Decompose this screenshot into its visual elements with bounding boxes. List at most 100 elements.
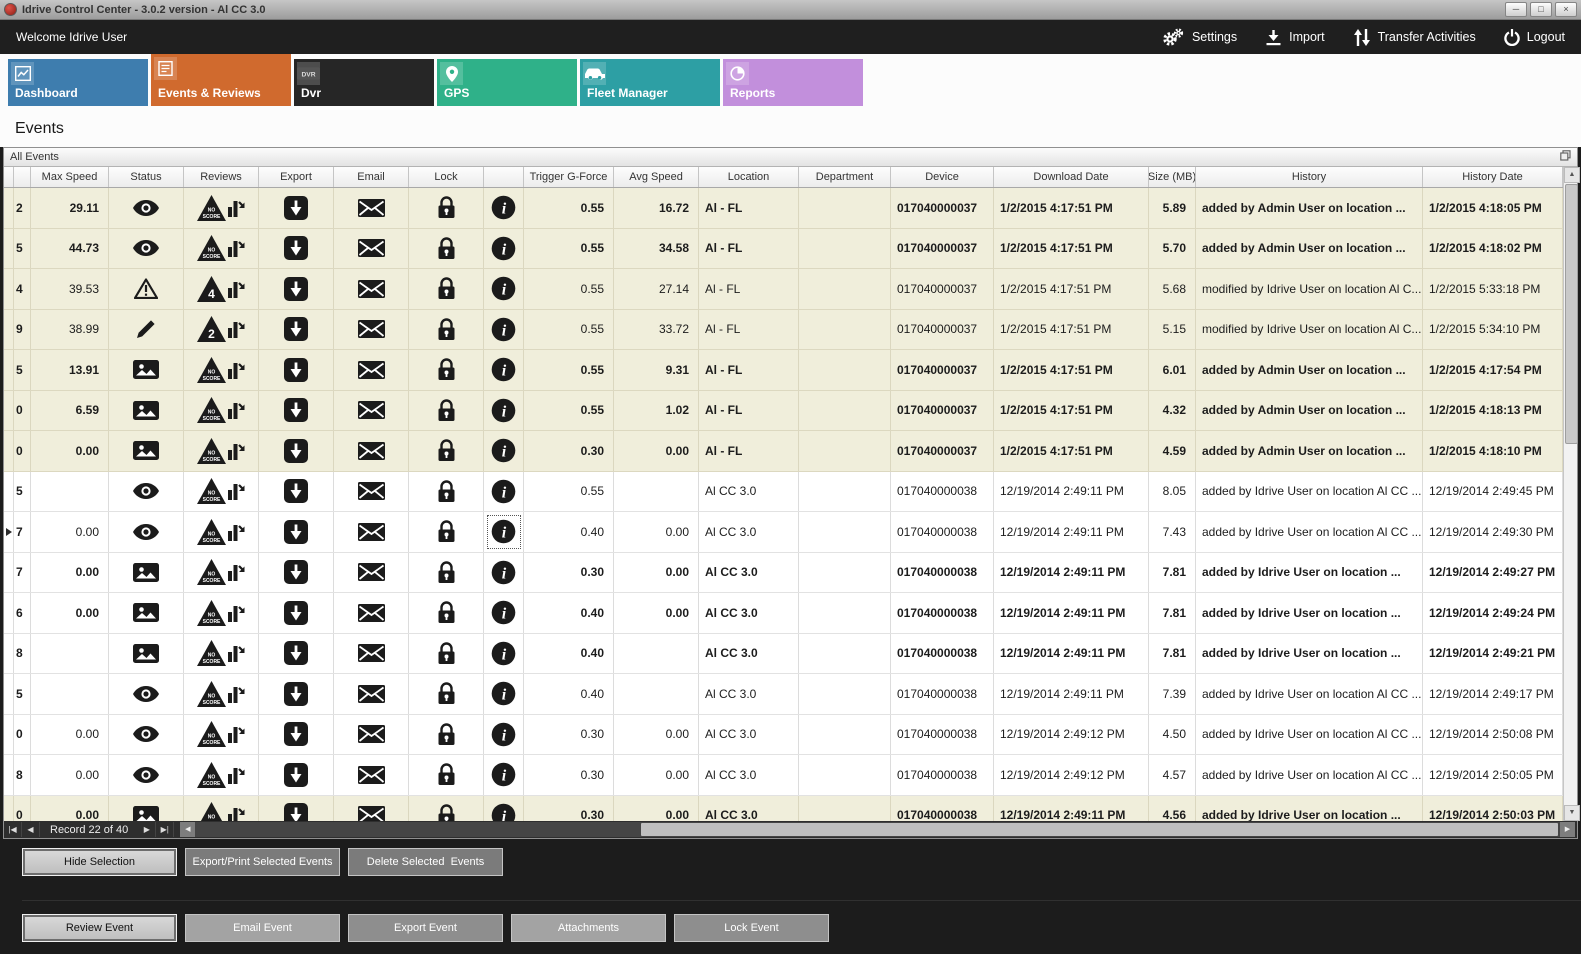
cell-export[interactable]: [259, 431, 334, 471]
export-icon[interactable]: [284, 641, 308, 665]
cell-email[interactable]: [334, 350, 409, 390]
export-icon[interactable]: [284, 439, 308, 463]
info-icon[interactable]: i: [491, 438, 516, 463]
cell-export[interactable]: [259, 553, 334, 593]
cell-lock[interactable]: [409, 229, 484, 269]
maximize-button[interactable]: □: [1530, 2, 1552, 17]
lock-icon[interactable]: [437, 804, 456, 821]
info-icon[interactable]: i: [491, 276, 516, 301]
scroll-right-arrow-icon[interactable]: ▶: [1560, 822, 1575, 837]
cell-export[interactable]: [259, 796, 334, 822]
vertical-scroll-thumb[interactable]: [1565, 184, 1578, 444]
email-icon[interactable]: [358, 280, 385, 298]
cell-email[interactable]: [334, 269, 409, 309]
tab-gps[interactable]: GPS: [437, 59, 577, 106]
cell-export[interactable]: [259, 310, 334, 350]
cell-info[interactable]: i: [484, 472, 524, 512]
cell-export[interactable]: [259, 512, 334, 552]
cell-email[interactable]: [334, 634, 409, 674]
email-icon[interactable]: [358, 401, 385, 419]
table-row[interactable]: 70.00NOSCOREi0.300.00Al CC 3.00170400000…: [4, 553, 1563, 594]
export-icon[interactable]: [284, 803, 308, 821]
email-icon[interactable]: [358, 644, 385, 662]
cell-email[interactable]: [334, 188, 409, 228]
col-header-size[interactable]: Size (MB): [1149, 167, 1196, 187]
lock-icon[interactable]: [437, 642, 456, 665]
panel-maximize-icon[interactable]: [1560, 150, 1571, 164]
lock-icon[interactable]: [437, 358, 456, 381]
cell-info[interactable]: i: [484, 674, 524, 714]
lock-event-button[interactable]: Lock Event: [674, 914, 829, 942]
lock-icon[interactable]: [437, 196, 456, 219]
export-print-selected-events-button[interactable]: Export/Print Selected Events: [185, 848, 340, 876]
lock-icon[interactable]: [437, 763, 456, 786]
cell-info[interactable]: i: [484, 553, 524, 593]
info-icon[interactable]: i: [491, 398, 516, 423]
close-button[interactable]: ×: [1555, 2, 1577, 17]
col-header-export[interactable]: Export: [259, 167, 334, 187]
last-record-button[interactable]: ▶|: [156, 822, 174, 837]
table-row[interactable]: 70.00NOSCOREi0.400.00Al CC 3.00170400000…: [4, 512, 1563, 553]
info-icon[interactable]: i: [491, 681, 516, 706]
cell-info[interactable]: i: [484, 188, 524, 228]
email-icon[interactable]: [358, 523, 385, 541]
horizontal-scroll-thumb[interactable]: [641, 823, 1558, 836]
review-event-button[interactable]: Review Event: [22, 914, 177, 942]
table-row[interactable]: 00.00NOSCOREi0.300.00Al CC 3.00170400000…: [4, 796, 1563, 822]
export-icon[interactable]: [284, 236, 308, 260]
cell-email[interactable]: [334, 310, 409, 350]
col-header-history-date[interactable]: History Date: [1423, 167, 1563, 187]
col-header-max-speed[interactable]: Max Speed: [31, 167, 109, 187]
import-menu-button[interactable]: Import: [1265, 29, 1324, 46]
table-row[interactable]: 00.00NOSCOREi0.300.00Al - FL017040000037…: [4, 431, 1563, 472]
lock-icon[interactable]: [437, 318, 456, 341]
table-row[interactable]: 00.00NOSCOREi0.300.00Al CC 3.00170400000…: [4, 715, 1563, 756]
export-icon[interactable]: [284, 317, 308, 341]
lock-icon[interactable]: [437, 682, 456, 705]
cell-lock[interactable]: [409, 553, 484, 593]
info-icon[interactable]: i: [491, 600, 516, 625]
cell-lock[interactable]: [409, 391, 484, 431]
cell-export[interactable]: [259, 391, 334, 431]
table-row[interactable]: 513.91NOSCOREi0.559.31Al - FL01704000003…: [4, 350, 1563, 391]
cell-export[interactable]: [259, 269, 334, 309]
col-header-download-date[interactable]: Download Date: [994, 167, 1149, 187]
cell-email[interactable]: [334, 553, 409, 593]
col-header-email[interactable]: Email: [334, 167, 409, 187]
prev-record-button[interactable]: ◀: [22, 822, 40, 837]
col-header-location[interactable]: Location: [699, 167, 799, 187]
email-icon[interactable]: [358, 482, 385, 500]
horizontal-scrollbar[interactable]: ◀ ▶: [180, 822, 1575, 837]
cell-lock[interactable]: [409, 796, 484, 822]
cell-email[interactable]: [334, 796, 409, 822]
cell-export[interactable]: [259, 634, 334, 674]
export-icon[interactable]: [284, 560, 308, 584]
table-row[interactable]: 5NOSCOREi0.40Al CC 3.001704000003812/19/…: [4, 674, 1563, 715]
cell-info[interactable]: i: [484, 593, 524, 633]
cell-lock[interactable]: [409, 188, 484, 228]
info-icon[interactable]: i: [491, 479, 516, 504]
table-row[interactable]: 8NOSCOREi0.40Al CC 3.001704000003812/19/…: [4, 634, 1563, 675]
table-row[interactable]: 06.59NOSCOREi0.551.02Al - FL017040000037…: [4, 391, 1563, 432]
cell-lock[interactable]: [409, 674, 484, 714]
table-row[interactable]: 60.00NOSCOREi0.400.00Al CC 3.00170400000…: [4, 593, 1563, 634]
table-row[interactable]: 938.992i0.5533.72Al - FL0170400000371/2/…: [4, 310, 1563, 351]
col-header-status[interactable]: Status: [109, 167, 184, 187]
cell-lock[interactable]: [409, 715, 484, 755]
cell-email[interactable]: [334, 229, 409, 269]
lock-icon[interactable]: [437, 561, 456, 584]
cell-email[interactable]: [334, 472, 409, 512]
lock-icon[interactable]: [437, 237, 456, 260]
export-icon[interactable]: [284, 277, 308, 301]
scroll-up-arrow-icon[interactable]: ▲: [1564, 167, 1580, 183]
info-icon[interactable]: i: [491, 762, 516, 787]
email-icon[interactable]: [358, 563, 385, 581]
cell-email[interactable]: [334, 755, 409, 795]
lock-icon[interactable]: [437, 601, 456, 624]
export-icon[interactable]: [284, 601, 308, 625]
col-header-trigger[interactable]: Trigger G-Force: [524, 167, 614, 187]
info-icon[interactable]: i: [491, 641, 516, 666]
email-icon[interactable]: [358, 766, 385, 784]
col-header-review[interactable]: Reviews: [184, 167, 259, 187]
cell-lock[interactable]: [409, 350, 484, 390]
